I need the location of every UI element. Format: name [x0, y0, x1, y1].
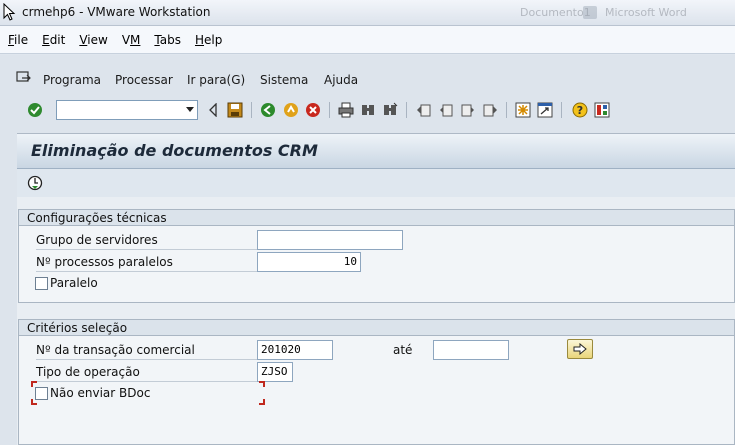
first-page-icon[interactable] [415, 101, 433, 119]
find-icon[interactable] [359, 101, 377, 119]
command-field[interactable] [56, 100, 198, 120]
back-arrow-icon[interactable] [204, 101, 222, 119]
menu-ir-para[interactable]: Ir para(G) [187, 73, 245, 87]
menu-view[interactable]: View [79, 33, 107, 47]
toolbar-separator [561, 102, 562, 118]
save-icon[interactable] [226, 101, 244, 119]
toolbar-separator [406, 102, 407, 118]
transaction-number-label: Nº da transação comercial [36, 341, 258, 360]
help-icon[interactable]: ? [571, 101, 589, 119]
application-toolbar [17, 169, 735, 197]
back-icon[interactable] [259, 101, 277, 119]
exit-icon[interactable] [282, 101, 300, 119]
selection-criteria-header: Critérios seleção [19, 320, 734, 336]
tech-settings-header: Configurações técnicas [19, 210, 734, 226]
screen-header: Eliminação de documentos CRM [17, 133, 735, 169]
previous-page-icon[interactable] [437, 101, 455, 119]
next-page-icon[interactable] [459, 101, 477, 119]
chevron-down-icon[interactable] [186, 107, 194, 112]
cursor-arrow-icon [3, 3, 16, 21]
focus-corner [31, 381, 37, 387]
window-titlebar[interactable]: crmehp6 - VMware Workstation Documento1 … [0, 0, 735, 26]
operation-type-field[interactable]: ZJSO [257, 362, 293, 382]
menu-file[interactable]: File [8, 33, 28, 47]
background-window-title-2: Microsoft Word [605, 6, 687, 19]
last-page-icon[interactable] [481, 101, 499, 119]
new-session-icon[interactable] [514, 101, 532, 119]
shortcut-icon[interactable] [536, 101, 554, 119]
menu-tabs[interactable]: Tabs [154, 33, 181, 47]
server-group-field[interactable] [257, 230, 403, 250]
background-window-title: Documento1 [520, 6, 591, 19]
transaction-to-field[interactable] [433, 340, 509, 360]
cancel-icon[interactable] [304, 101, 322, 119]
sap-standard-toolbar: ? [0, 97, 735, 123]
tech-settings-group: Configurações técnicas Grupo de servidor… [18, 209, 735, 303]
enter-icon[interactable] [26, 101, 44, 119]
to-label: até [393, 343, 413, 357]
toolbar-separator [506, 102, 507, 118]
page-title: Eliminação de documentos CRM [31, 141, 318, 160]
menu-programa[interactable]: Programa [43, 73, 101, 87]
server-group-label: Grupo de servidores [36, 231, 258, 250]
sap-menubar: Programa Processar Ir para(G) Sistema Aj… [0, 67, 735, 91]
toolbar-separator [329, 102, 330, 118]
find-next-icon[interactable] [381, 101, 399, 119]
parallel-processes-label: Nº processos paralelos [36, 253, 258, 272]
parallel-processes-field[interactable]: 10 [257, 252, 361, 272]
focus-corner [31, 399, 37, 405]
menu-help[interactable]: Help [195, 33, 222, 47]
selection-screen: Configurações técnicas Grupo de servidor… [17, 197, 735, 445]
menu-vm[interactable]: VM [122, 33, 141, 47]
sap-gui-area: Programa Processar Ir para(G) Sistema Aj… [0, 55, 735, 445]
parallel-label: Paralelo [50, 276, 98, 290]
transaction-from-field[interactable]: 201020 [257, 340, 333, 360]
svg-text:?: ? [577, 104, 583, 117]
arrow-right-icon [573, 343, 587, 355]
operation-type-label: Tipo de operação [36, 363, 258, 382]
window-title: crmehp6 - VMware Workstation [22, 5, 211, 19]
menu-processar[interactable]: Processar [115, 73, 173, 87]
focus-corner [259, 381, 265, 387]
menu-ajuda[interactable]: Ajuda [324, 73, 358, 87]
execute-icon[interactable] [27, 175, 43, 191]
no-bdoc-label: Não enviar BDoc [50, 386, 151, 400]
selection-criteria-group: Critérios seleção Nº da transação comerc… [18, 319, 735, 445]
word-icon [583, 6, 597, 19]
menu-sistema[interactable]: Sistema [260, 73, 308, 87]
vmware-menubar: File Edit View VM Tabs Help [0, 26, 735, 54]
parallel-checkbox[interactable] [35, 277, 48, 290]
print-icon[interactable] [337, 101, 355, 119]
menu-edit[interactable]: Edit [42, 33, 65, 47]
focus-corner [259, 399, 265, 405]
multiple-selection-button[interactable] [567, 339, 593, 359]
toolbar-separator [251, 102, 252, 118]
system-menu-icon[interactable] [16, 71, 32, 85]
layout-icon[interactable] [593, 101, 611, 119]
